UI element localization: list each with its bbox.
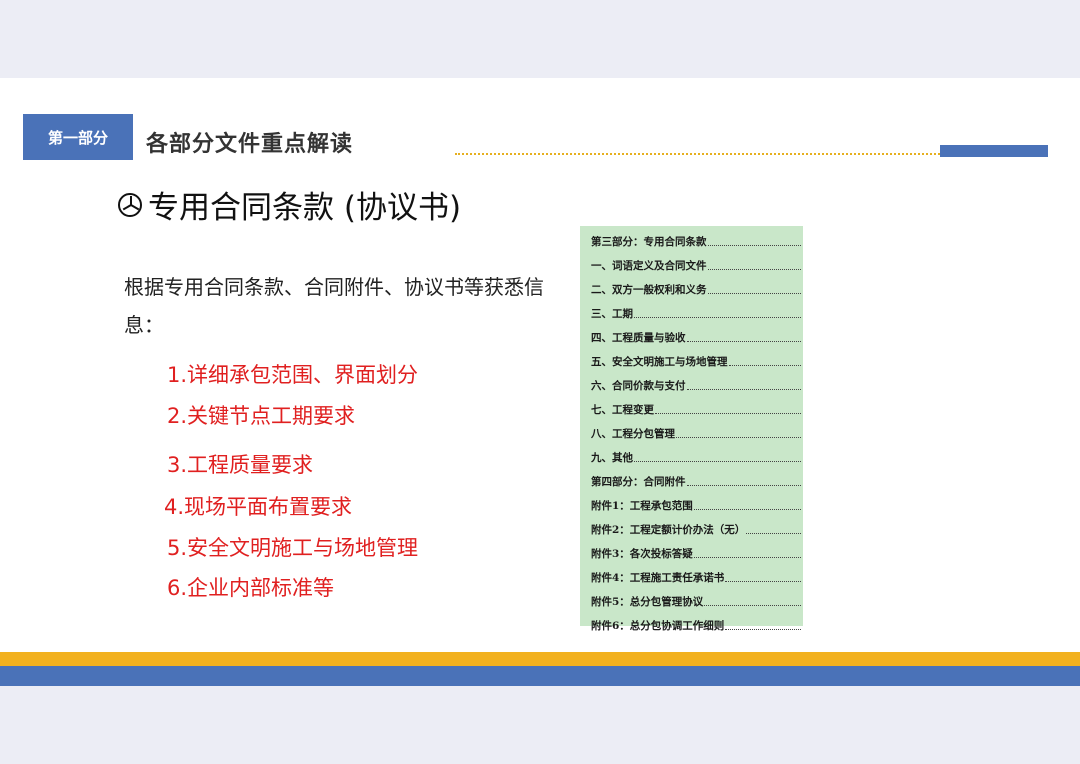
toc-item: 附件5：总分包管理协议 — [580, 588, 803, 612]
bullet-icon — [118, 192, 142, 217]
toc-item: 八、工程分包管理 — [580, 420, 803, 444]
toc-item: 第三部分：专用合同条款 — [580, 228, 803, 252]
requirement-item: 5.安全文明施工与场地管理 — [167, 536, 419, 560]
toc-item: 附件3：各次投标答疑 — [580, 540, 803, 564]
title-divider — [455, 153, 947, 155]
toc-item: 附件4：工程施工责任承诺书 — [580, 564, 803, 588]
footer-bar-blue — [0, 666, 1080, 686]
toc-item: 附件2：工程定额计价办法（无） — [580, 516, 803, 540]
intro-text: 根据专用合同条款、合同附件、协议书等获悉信息： — [124, 275, 544, 337]
toc-item: 一、词语定义及合同文件 — [580, 252, 803, 276]
footer-bar-yellow — [0, 652, 1080, 666]
requirement-item: 6.企业内部标准等 — [167, 576, 335, 600]
toc-item: 四、工程质量与验收 — [580, 324, 803, 348]
toc-item: 九、其他 — [580, 444, 803, 468]
subtitle: 专用合同条款 (协议书) — [118, 182, 461, 227]
toc-item: 五、安全文明施工与场地管理 — [580, 348, 803, 372]
toc-item: 附件1：工程承包范围 — [580, 492, 803, 516]
requirement-item: 4.现场平面布置要求 — [164, 495, 353, 519]
requirement-item: 2.关键节点工期要求 — [167, 404, 356, 428]
toc-item: 七、工程变更 — [580, 396, 803, 420]
subtitle-text: 专用合同条款 (协议书) — [148, 190, 462, 226]
toc-item: 六、合同价款与支付 — [580, 372, 803, 396]
slide: 第一部分 各部分文件重点解读 专用合同条款 (协议书) 根据专用合同条款、合同附… — [0, 78, 1080, 686]
toc-item: 第四部分：合同附件 — [580, 468, 803, 492]
requirement-item: 1.详细承包范围、界面划分 — [167, 363, 419, 387]
section-title: 各部分文件重点解读 — [146, 132, 354, 157]
title-divider-accent — [940, 145, 1048, 157]
section-badge: 第一部分 — [23, 114, 133, 160]
toc-item: 附件6：总分包协调工作细则 — [580, 612, 803, 636]
toc-item: 二、双方一般权利和义务 — [580, 276, 803, 300]
contract-toc-image: 第三部分：专用合同条款 一、词语定义及合同文件 二、双方一般权利和义务 三、工期… — [580, 226, 803, 632]
requirement-item: 3.工程质量要求 — [167, 453, 314, 477]
toc-item: 三、工期 — [580, 300, 803, 324]
